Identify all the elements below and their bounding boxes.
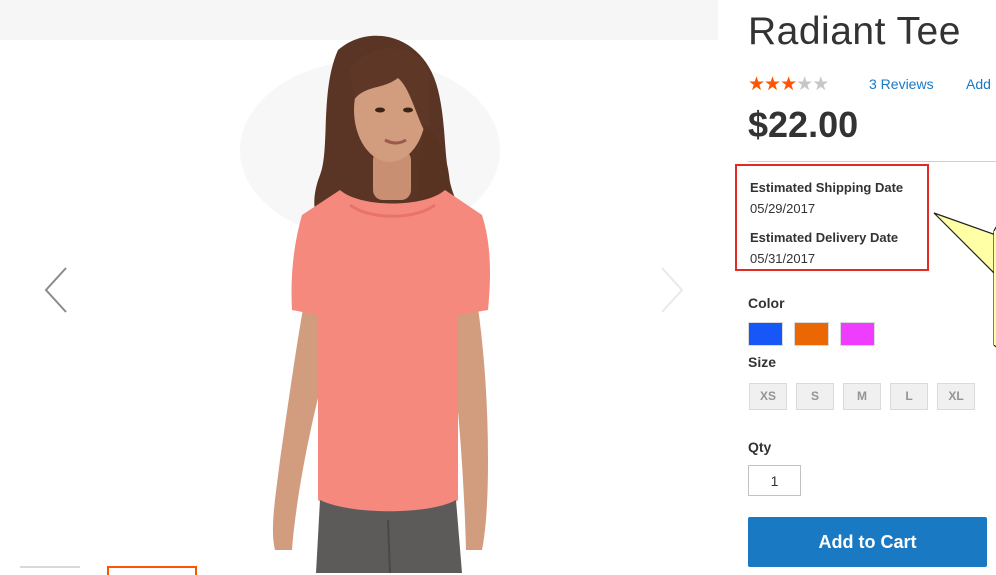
divider xyxy=(748,161,996,162)
product-image[interactable] xyxy=(220,30,540,573)
size-swatch-s[interactable]: S xyxy=(796,383,834,410)
size-swatch-l[interactable]: L xyxy=(890,383,928,410)
delivery-date-value: 05/31/2017 xyxy=(750,251,816,266)
color-swatch-purple[interactable] xyxy=(841,323,874,345)
size-swatch-xs[interactable]: XS xyxy=(749,383,787,410)
shipping-date-label: Estimated Shipping Date xyxy=(750,180,904,195)
color-swatch-blue[interactable] xyxy=(749,323,782,345)
add-to-cart-button[interactable]: Add to Cart xyxy=(748,517,987,567)
thumbnail-active[interactable] xyxy=(107,566,197,575)
size-swatch-xl[interactable]: XL xyxy=(937,383,975,410)
delivery-date-label: Estimated Delivery Date xyxy=(750,230,899,245)
product-gallery xyxy=(0,0,718,575)
qty-input[interactable] xyxy=(748,465,801,496)
size-label: Size xyxy=(748,354,777,370)
gallery-next-button[interactable] xyxy=(656,262,686,318)
chevron-right-icon xyxy=(661,267,684,313)
callout-annotation xyxy=(933,212,996,348)
color-label: Color xyxy=(748,295,785,311)
chevron-left-icon xyxy=(44,267,67,313)
thumbnail[interactable] xyxy=(20,566,80,575)
star-icon: ★ xyxy=(780,74,797,95)
product-title: Radiant Tee xyxy=(748,10,961,53)
rating-stars: ★★★★★ xyxy=(748,73,829,96)
reviews-link[interactable]: 3 Reviews xyxy=(869,76,934,92)
gallery-prev-button[interactable] xyxy=(42,262,72,318)
star-icon: ★ xyxy=(748,74,765,95)
shipping-date-value: 05/29/2017 xyxy=(750,201,816,216)
estimated-dates-box: Estimated Shipping Date 05/29/2017 Estim… xyxy=(735,164,929,271)
qty-label: Qty xyxy=(748,439,772,455)
size-swatch-m[interactable]: M xyxy=(843,383,881,410)
star-empty-icon: ★ xyxy=(812,74,829,95)
product-price: $22.00 xyxy=(748,104,859,145)
add-review-link[interactable]: Add xyxy=(966,76,991,92)
star-empty-icon: ★ xyxy=(796,74,813,95)
color-swatch-orange[interactable] xyxy=(795,323,828,345)
star-icon: ★ xyxy=(764,74,781,95)
gallery-thumbnails xyxy=(0,566,718,575)
